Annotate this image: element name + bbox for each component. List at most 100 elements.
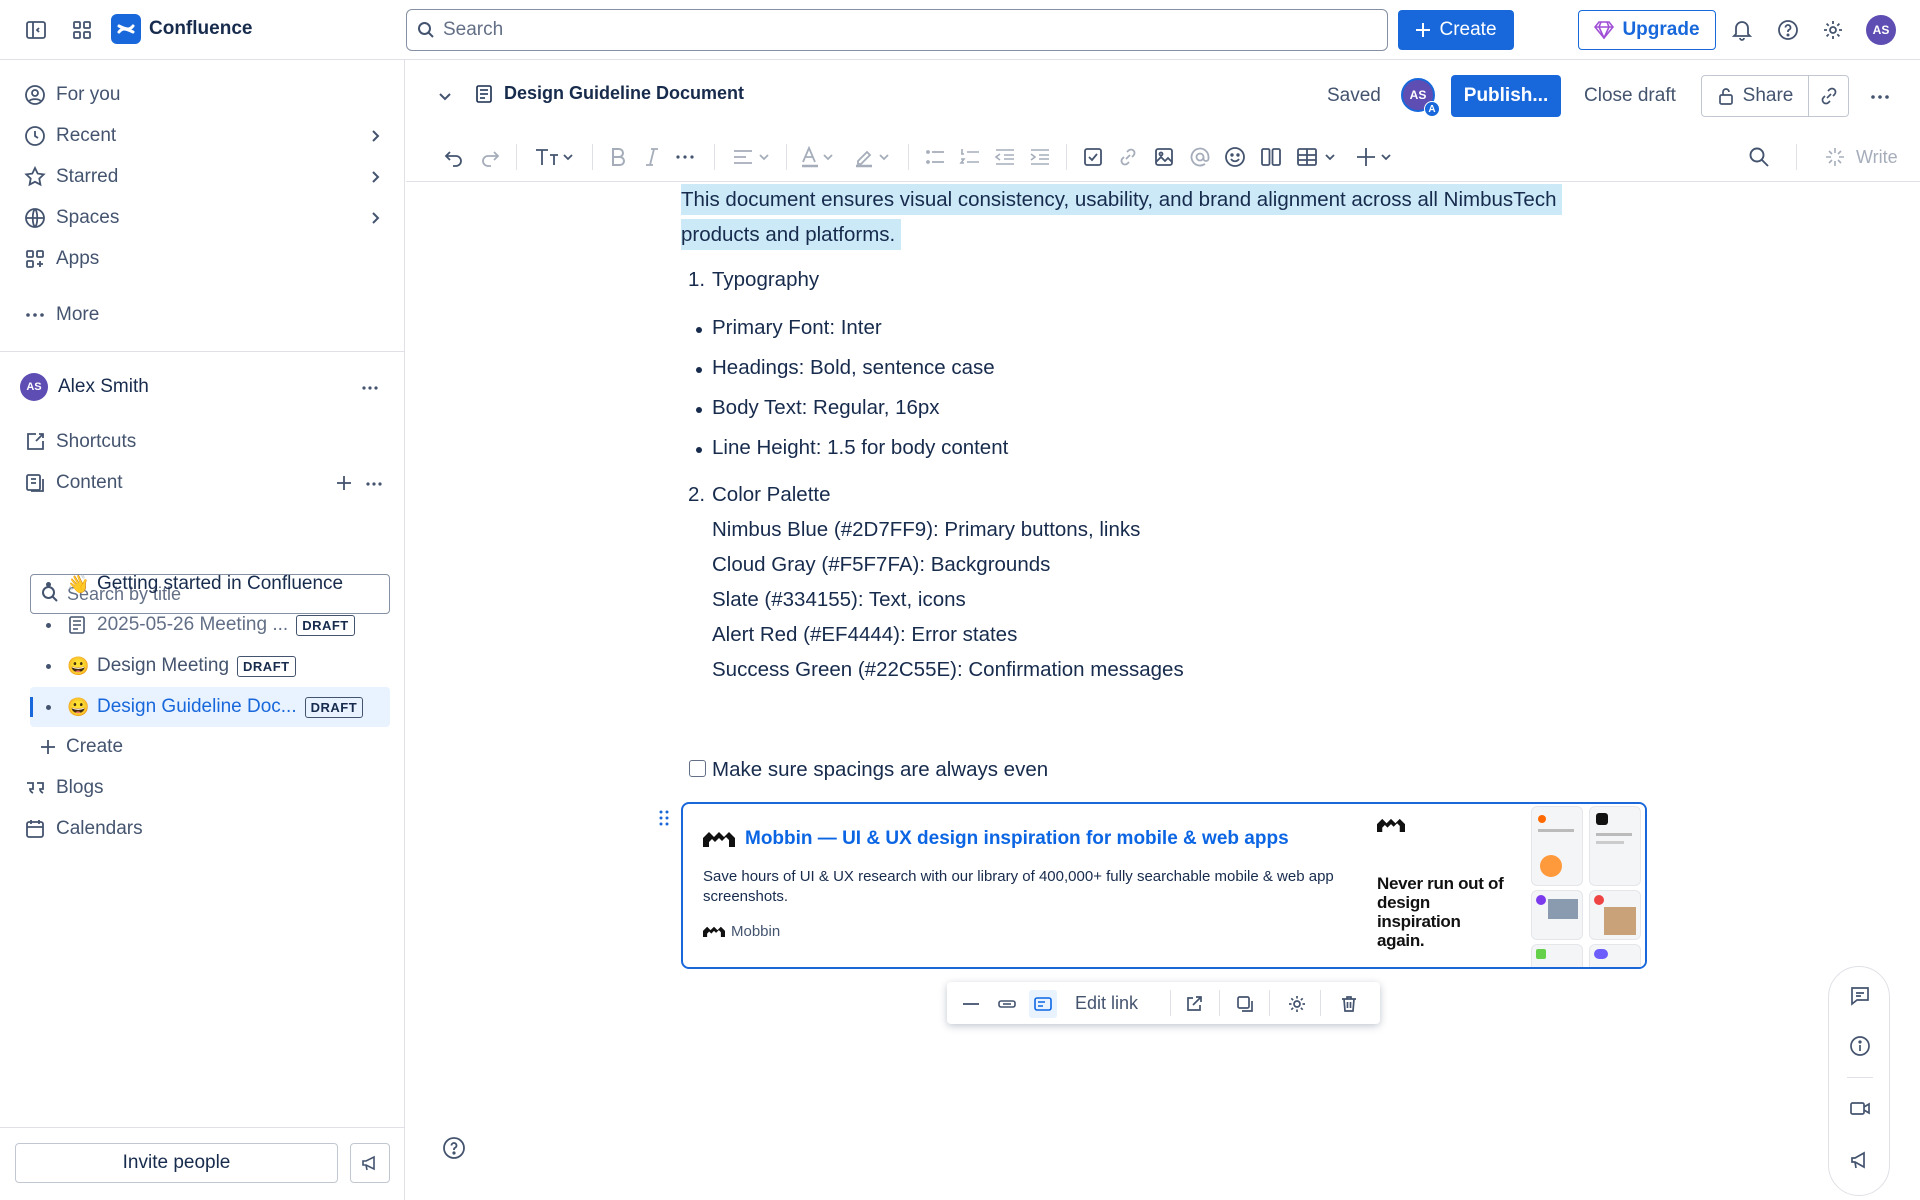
image-icon[interactable] (1153, 144, 1175, 170)
sidebar-item-for-you[interactable]: For you (24, 77, 384, 113)
preview-line (1538, 829, 1574, 832)
preview-screenshot (1531, 944, 1583, 967)
upgrade-button[interactable]: Upgrade (1578, 10, 1716, 50)
preview-photo (1548, 899, 1578, 919)
link-icon[interactable] (1117, 144, 1139, 170)
sidebar-item-recent[interactable]: Recent (24, 118, 384, 154)
page-icon (476, 84, 492, 103)
italic-icon[interactable] (644, 144, 660, 170)
sidebar: For you Recent Starred Spaces Apps More … (0, 60, 405, 1200)
document-title-text: Design Guideline Document (504, 83, 745, 103)
sidebar-item-starred[interactable]: Starred (24, 159, 384, 195)
sidebar-item-calendars[interactable]: Calendars (24, 811, 384, 847)
share-button[interactable]: Share (1701, 75, 1809, 117)
confluence-logo[interactable]: Confluence (111, 14, 252, 44)
outdent-icon[interactable] (994, 144, 1016, 170)
sidebar-item-shortcuts[interactable]: Shortcuts (24, 424, 384, 460)
toolbar-separator (714, 144, 715, 170)
settings-gear-icon[interactable] (1817, 14, 1849, 46)
display-url-icon[interactable] (993, 990, 1021, 1018)
wave-emoji-icon: 👋 (67, 573, 90, 594)
collaborator-avatar[interactable]: AS A (1401, 78, 1440, 117)
copy-icon[interactable] (1231, 990, 1259, 1018)
open-link-icon[interactable] (1180, 990, 1208, 1018)
sidebar-item-apps[interactable]: Apps (24, 241, 384, 277)
undo-icon[interactable] (443, 144, 465, 170)
tree-item-meeting-notes[interactable]: 2025-05-26 Meeting ... DRAFT (30, 605, 390, 645)
sidebar-item-content[interactable]: Content (24, 465, 384, 501)
redo-icon[interactable] (479, 144, 501, 170)
toolbar-separator (1796, 144, 1797, 170)
copy-link-button[interactable] (1809, 75, 1849, 117)
create-page-button[interactable]: Create (40, 729, 400, 765)
help-icon[interactable] (1772, 14, 1804, 46)
more-options-icon[interactable] (360, 378, 380, 398)
drag-handle-icon[interactable] (658, 808, 670, 828)
tree-item-design-meeting[interactable]: 😀 Design Meeting DRAFT (30, 646, 390, 686)
highlight-icon[interactable] (854, 144, 894, 170)
bold-icon[interactable] (609, 144, 627, 170)
confluence-logo-icon (111, 14, 141, 44)
sidebar-item-more[interactable]: More (24, 297, 384, 333)
text-style-icon[interactable] (534, 144, 578, 170)
app-switcher-icon[interactable] (66, 14, 98, 46)
star-icon (24, 166, 46, 187)
delete-trash-icon[interactable] (1335, 990, 1363, 1018)
sidebar-item-spaces[interactable]: Spaces (24, 200, 384, 236)
notifications-bell-icon[interactable] (1726, 14, 1758, 46)
tree-item-getting-started[interactable]: 👋 Getting started in Confluence (30, 564, 390, 604)
task-checkbox[interactable] (689, 760, 706, 777)
insert-more-icon[interactable] (1356, 144, 1400, 170)
close-draft-button[interactable]: Close draft (1584, 85, 1676, 107)
sidebar-toggle-icon[interactable] (20, 14, 52, 46)
table-icon[interactable] (1296, 144, 1342, 170)
indent-icon[interactable] (1029, 144, 1051, 170)
comments-icon[interactable] (1847, 983, 1873, 1009)
video-icon[interactable] (1847, 1095, 1873, 1121)
editor-content[interactable]: This document ensures visual consistency… (406, 182, 1920, 1200)
preview-dot (1594, 895, 1604, 905)
feedback-button[interactable] (350, 1143, 390, 1183)
edit-link-button[interactable]: Edit link (1075, 993, 1138, 1014)
info-icon[interactable] (1847, 1033, 1873, 1059)
create-button[interactable]: Create (1398, 10, 1514, 50)
bullet-list-icon[interactable] (924, 144, 946, 170)
ai-write-button[interactable]: Write (1824, 144, 1898, 170)
sidebar-item-label: Calendars (56, 818, 143, 839)
more-options-icon[interactable] (364, 474, 384, 494)
action-item-icon[interactable] (1082, 144, 1104, 170)
sidebar-item-label: Starred (56, 166, 119, 187)
settings-gear-icon[interactable] (1283, 990, 1311, 1018)
sidebar-item-blogs[interactable]: Blogs (24, 770, 384, 806)
megaphone-icon[interactable] (1847, 1147, 1873, 1173)
mobbin-logo-icon (703, 832, 735, 847)
help-circle-icon[interactable] (442, 1136, 466, 1160)
search-input[interactable]: Search (406, 9, 1388, 51)
invite-people-button[interactable]: Invite people (15, 1143, 338, 1183)
link-card-title[interactable]: Mobbin — UI & UX design inspiration for … (703, 828, 1289, 850)
numbered-list-icon[interactable] (959, 144, 981, 170)
task-label: Make sure spacings are always even (712, 758, 1049, 781)
publish-button[interactable]: Publish... (1451, 75, 1561, 117)
link-card-mobbin[interactable]: Mobbin — UI & UX design inspiration for … (681, 802, 1647, 969)
user-avatar[interactable]: AS (1866, 15, 1896, 45)
shortcut-icon (27, 433, 44, 450)
align-icon[interactable] (732, 144, 774, 170)
text-color-icon[interactable] (800, 144, 838, 170)
find-icon[interactable] (1748, 144, 1770, 170)
tree-item-design-guideline[interactable]: 😀 Design Guideline Doc... DRAFT (30, 687, 390, 727)
more-actions-icon[interactable] (1869, 87, 1891, 107)
editor-toolbar: Write (406, 132, 1920, 182)
mention-icon[interactable] (1189, 144, 1211, 170)
chevron-down-icon[interactable] (436, 87, 454, 105)
emoji-icon[interactable] (1224, 144, 1246, 170)
display-card-icon[interactable] (1029, 990, 1057, 1018)
preview-screenshot (1589, 890, 1641, 940)
pages-icon (26, 474, 44, 492)
space-header[interactable]: AS Alex Smith (20, 369, 380, 405)
sidebar-item-label: For you (56, 84, 121, 105)
display-inline-icon[interactable] (957, 990, 985, 1018)
layout-icon[interactable] (1260, 144, 1282, 170)
add-content-icon[interactable] (335, 474, 353, 492)
more-formatting-icon[interactable] (674, 144, 696, 170)
